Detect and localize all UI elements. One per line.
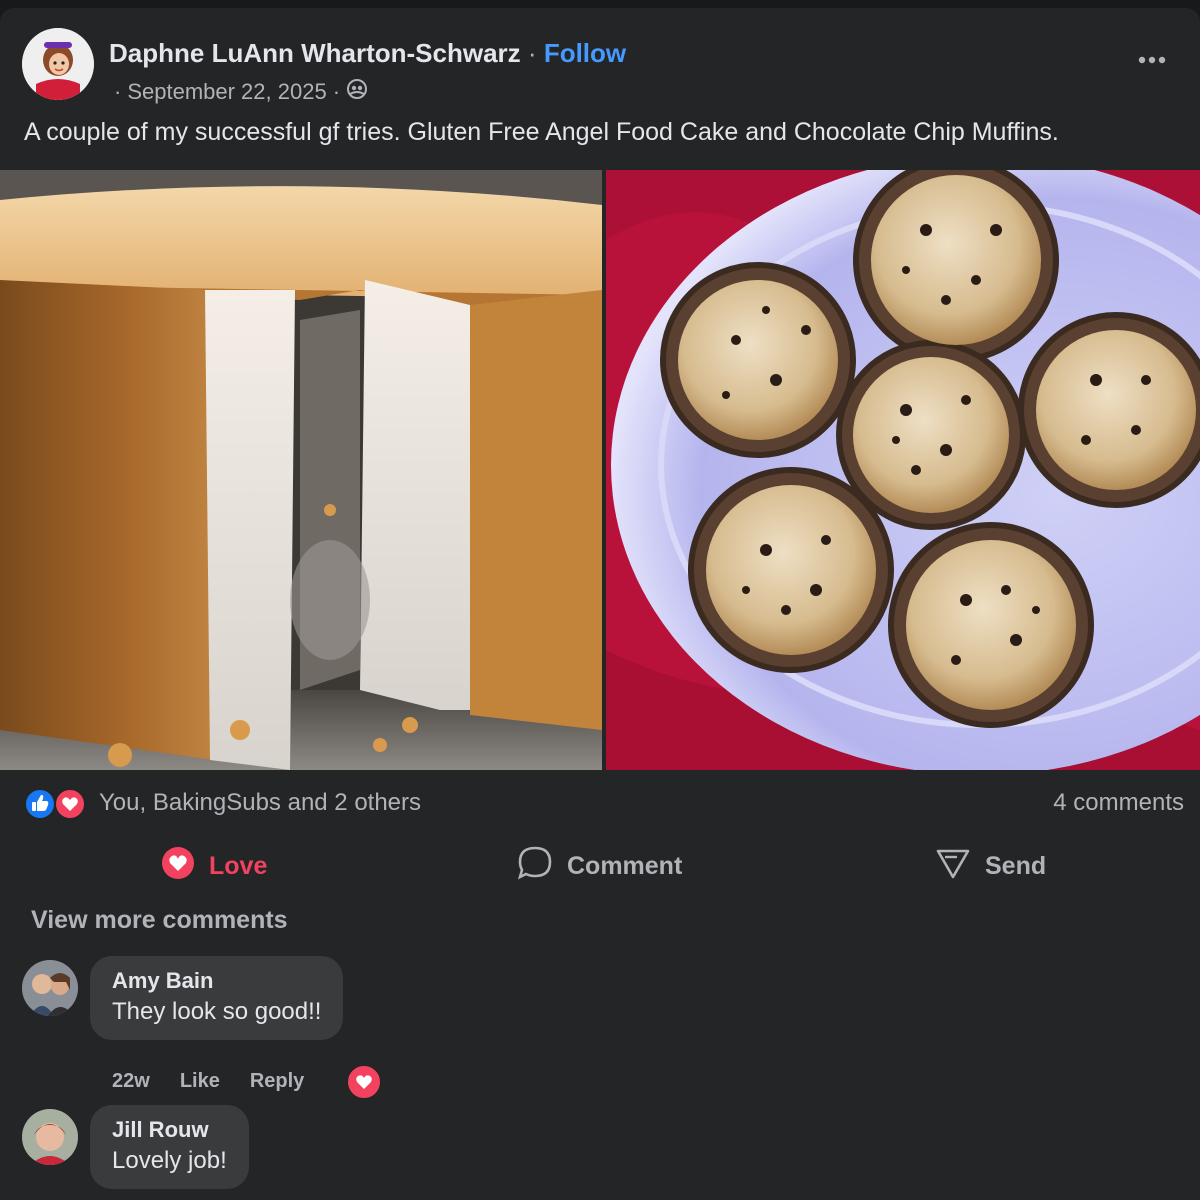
commenter-avatar[interactable] xyxy=(22,960,78,1016)
author-name[interactable]: Daphne LuAnn Wharton-Schwarz xyxy=(109,38,521,68)
send-icon xyxy=(935,845,971,888)
post-header: Daphne LuAnn Wharton-Schwarz · Follow · … xyxy=(22,28,1182,108)
love-button[interactable]: Love xyxy=(161,838,267,894)
post-date[interactable]: September 22, 2025 xyxy=(127,79,326,105)
angel-food-cake-photo[interactable] xyxy=(0,170,602,770)
post-meta: · September 22, 2025 · xyxy=(114,78,368,106)
love-icon xyxy=(54,788,86,820)
comment-age[interactable]: 22w xyxy=(112,1070,150,1093)
reaction-summary[interactable]: You, BakingSubs and 2 others xyxy=(99,789,421,817)
author-line: Daphne LuAnn Wharton-Schwarz · Follow xyxy=(109,38,626,69)
comment-text: Lovely job! xyxy=(112,1147,227,1174)
reactions-row: You, BakingSubs and 2 others 4 comments xyxy=(24,786,1184,822)
reaction-icons[interactable] xyxy=(24,788,92,820)
comment-like-button[interactable]: Like xyxy=(180,1070,220,1093)
send-button[interactable]: Send xyxy=(935,838,1046,894)
author-avatar[interactable] xyxy=(22,28,94,100)
comment-text: They look so good!! xyxy=(112,998,322,1025)
commenter-name[interactable]: Amy Bain xyxy=(112,968,321,994)
comment-reply-button[interactable]: Reply xyxy=(250,1070,304,1093)
more-options-icon[interactable] xyxy=(1134,46,1170,74)
comment-bubble: Amy Bain They look so good!! xyxy=(90,956,344,1040)
comment-icon xyxy=(517,845,553,888)
meta-separator: · xyxy=(332,79,341,104)
chocolate-chip-muffins-photo[interactable] xyxy=(606,170,1200,770)
follow-button[interactable]: Follow xyxy=(544,38,626,68)
love-label: Love xyxy=(209,851,268,880)
love-icon xyxy=(161,846,195,887)
view-more-comments[interactable]: View more comments xyxy=(31,906,288,935)
photo-grid xyxy=(0,170,1200,770)
comment: Amy Bain They look so good!! 22w Like Re… xyxy=(22,956,1182,1100)
post-text: A couple of my successful gf tries. Glut… xyxy=(24,118,1059,146)
friends-icon[interactable] xyxy=(346,78,368,106)
love-icon[interactable] xyxy=(346,1064,382,1100)
comment-count[interactable]: 4 comments xyxy=(1053,789,1184,817)
comment: Jill Rouw Lovely job! xyxy=(22,1105,1182,1195)
post-card: Daphne LuAnn Wharton-Schwarz · Follow · … xyxy=(0,8,1200,1200)
commenter-avatar[interactable] xyxy=(22,1109,78,1165)
comment-button[interactable]: Comment xyxy=(517,838,682,894)
comment-label: Comment xyxy=(567,851,683,880)
meta-prefix: · xyxy=(114,79,122,104)
separator-dot: · xyxy=(527,38,537,68)
like-icon xyxy=(24,788,56,820)
comment-actions: 22w Like Reply xyxy=(112,1070,304,1093)
comment-bubble: Jill Rouw Lovely job! xyxy=(90,1105,249,1189)
commenter-name[interactable]: Jill Rouw xyxy=(112,1117,227,1143)
action-bar: Love Comment Send xyxy=(0,838,1200,894)
send-label: Send xyxy=(985,851,1047,880)
